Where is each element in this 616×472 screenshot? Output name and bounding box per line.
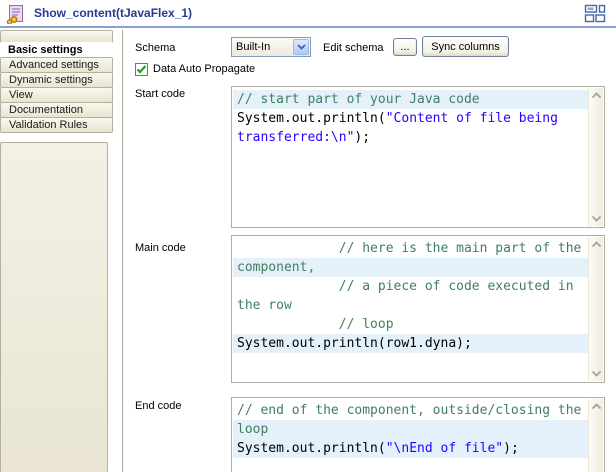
end-code-editor[interactable]: // end of the component, outside/closing… (231, 397, 605, 472)
code-token-comment: // start part of your Java code (237, 92, 480, 107)
scroll-down-icon[interactable] (589, 366, 604, 381)
code-line: System.out.println("\nEnd of file"); (233, 439, 588, 458)
edit-schema-label: Edit schema (323, 42, 384, 54)
data-auto-propagate-checkbox[interactable] (135, 63, 148, 76)
sidebar-item-label: Dynamic settings (9, 74, 93, 86)
vertical-scrollbar[interactable] (588, 399, 603, 472)
scroll-up-icon[interactable] (589, 88, 604, 103)
code-line: // a piece of code executed in (233, 277, 588, 296)
code-line: System.out.println("Content of file bein… (233, 109, 588, 128)
code-token-string: "\nEnd of file" (386, 441, 503, 456)
tjavaflex-component-icon (6, 4, 26, 24)
edit-schema-button[interactable]: ... (393, 38, 417, 56)
main-code-label: Main code (135, 242, 186, 254)
component-title: Show_content(tJavaFlex_1) (34, 6, 192, 20)
scroll-up-icon[interactable] (589, 237, 604, 252)
code-token-code: System.out.println(row1.dyna); (237, 336, 472, 351)
schema-label: Schema (135, 42, 175, 54)
component-settings-panel: Show_content(tJavaFlex_1) Basic settings… (0, 0, 616, 472)
code-token-comment: // a piece of code executed in (237, 279, 574, 294)
check-icon (136, 64, 147, 75)
start-code-text[interactable]: // start part of your Java code System.ou… (233, 88, 588, 226)
code-line: component, (233, 258, 588, 277)
code-token-code: ); (354, 130, 370, 145)
panel-header: Show_content(tJavaFlex_1) (0, 0, 616, 28)
code-line: // loop (233, 315, 588, 334)
code-token-string: transferred:\n" (237, 130, 354, 145)
main-code-text[interactable]: // here is the main part of the component… (233, 237, 588, 381)
code-token-comment: // here is the main part of the (237, 241, 581, 256)
code-token-comment: component, (237, 260, 315, 275)
sidebar-item-label: View (9, 89, 33, 101)
code-token-string: "Content of file being (386, 111, 558, 126)
sidebar-item-label: Validation Rules (9, 119, 88, 131)
schema-combobox[interactable]: Built-In (231, 37, 311, 57)
code-line: loop (233, 420, 588, 439)
code-line: the row (233, 296, 588, 315)
end-code-text[interactable]: // end of the component, outside/closing… (233, 399, 588, 472)
code-token-comment: // loop (237, 317, 394, 332)
end-code-label: End code (135, 400, 181, 412)
scroll-up-icon[interactable] (589, 399, 604, 414)
code-token-comment: // end of the component, outside/closing… (237, 403, 581, 418)
code-line: // start part of your Java code (233, 90, 588, 109)
chevron-down-icon[interactable] (293, 39, 309, 55)
code-token-code: System.out.println( (237, 111, 386, 126)
schema-combobox-value: Built-In (232, 41, 293, 53)
sidebar-item-validation-rules[interactable]: Validation Rules (0, 117, 113, 133)
sidebar-item-label: Basic settings (8, 44, 83, 56)
sidebar-item-basic-settings[interactable]: Basic settings (0, 42, 113, 58)
scroll-down-icon[interactable] (589, 211, 604, 226)
panel-body: Basic settings Advanced settings Dynamic… (0, 30, 616, 472)
code-line: // end of the component, outside/closing… (233, 401, 588, 420)
sidebar-item-view[interactable]: View (0, 87, 113, 103)
code-token-comment: the row (237, 298, 292, 313)
sidebar-item-dynamic-settings[interactable]: Dynamic settings (0, 72, 113, 88)
code-line: System.out.println(row1.dyna); (233, 334, 588, 353)
sidebar-item-label: Documentation (9, 104, 83, 116)
code-token-code: System.out.println( (237, 441, 386, 456)
code-line: // here is the main part of the (233, 239, 588, 258)
vertical-scrollbar[interactable] (588, 237, 603, 381)
code-line: transferred:\n"); (233, 128, 588, 147)
sidebar-filler (0, 142, 108, 472)
start-code-editor[interactable]: // start part of your Java code System.ou… (231, 86, 605, 228)
basic-settings-form: Schema Built-In Edit schema ... Sync col… (123, 30, 616, 472)
sync-columns-button[interactable]: Sync columns (422, 36, 509, 57)
restore-view-icon[interactable] (584, 4, 606, 23)
start-code-label: Start code (135, 88, 185, 100)
sidebar-item-label: Advanced settings (9, 59, 99, 71)
data-auto-propagate-label: Data Auto Propagate (153, 63, 255, 75)
code-token-comment: loop (237, 422, 268, 437)
sidebar-item-advanced-settings[interactable]: Advanced settings (0, 57, 113, 73)
vertical-scrollbar[interactable] (588, 88, 603, 226)
settings-sidebar: Basic settings Advanced settings Dynamic… (0, 30, 122, 472)
main-code-editor[interactable]: // here is the main part of the component… (231, 235, 605, 383)
code-token-code: ); (503, 441, 519, 456)
sidebar-item-documentation[interactable]: Documentation (0, 102, 113, 118)
